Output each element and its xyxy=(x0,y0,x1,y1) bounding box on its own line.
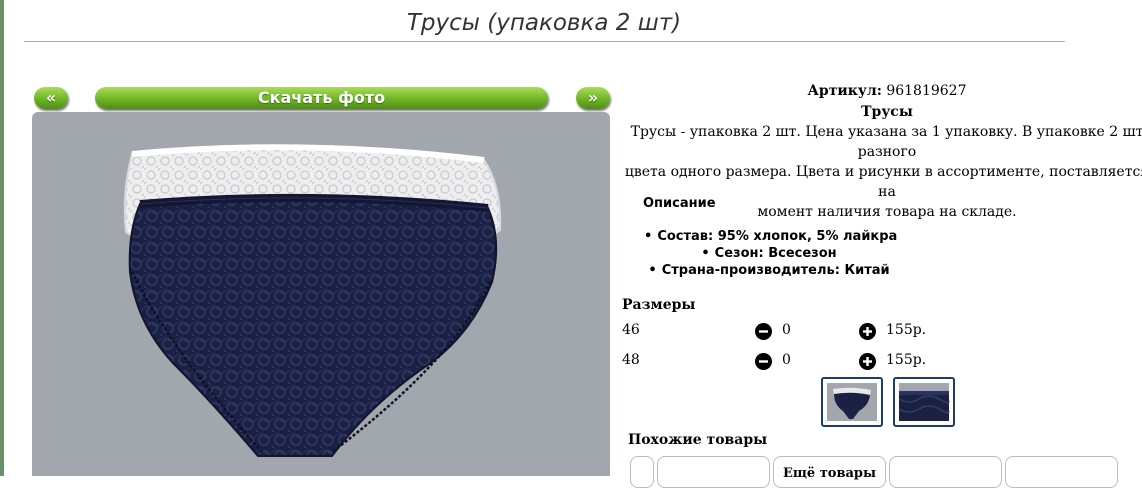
size-value: 48 xyxy=(622,352,640,368)
similar-tab[interactable]: Ещё товары xyxy=(773,456,886,488)
photo-thumbnail[interactable] xyxy=(821,377,883,427)
more-products-label: Ещё товары xyxy=(782,466,877,481)
article-value: 961819627 xyxy=(886,83,967,99)
product-name: Трусы xyxy=(861,104,913,120)
size-row: 46 0 155р. xyxy=(622,322,942,342)
similar-products-heading: Похожие товары xyxy=(628,432,768,448)
quantity-value: 0 xyxy=(782,352,791,368)
description-line: Трусы - упаковка 2 шт. Цена указана за 1… xyxy=(630,124,1142,160)
page-title: Трусы (упаковка 2 шт) xyxy=(406,10,682,36)
details-list: Состав: 95% хлопок, 5% лайкра Сезон: Все… xyxy=(644,228,897,279)
product-photo-illustration xyxy=(123,144,502,457)
product-photo[interactable] xyxy=(32,112,610,476)
plus-circle-icon[interactable] xyxy=(859,323,876,340)
details-heading: Описание xyxy=(643,196,716,211)
quantity-value: 0 xyxy=(782,322,791,338)
minus-circle-icon[interactable] xyxy=(755,353,772,370)
detail-item: Страна-производитель: Китай xyxy=(644,262,894,279)
size-row: 48 0 155р. xyxy=(622,352,942,372)
minus-circle-icon[interactable] xyxy=(755,323,772,340)
price-value: 155р. xyxy=(886,322,927,338)
prev-photo-button[interactable]: « xyxy=(34,87,68,109)
next-photo-button[interactable]: » xyxy=(576,87,610,109)
price-value: 155р. xyxy=(886,352,927,368)
detail-item: Сезон: Всесезон xyxy=(644,245,894,262)
similar-tab[interactable] xyxy=(889,456,1002,488)
size-value: 46 xyxy=(622,322,640,338)
detail-item: Состав: 95% хлопок, 5% лайкра xyxy=(644,228,897,245)
photo-thumbnail[interactable] xyxy=(893,377,955,427)
similar-tab[interactable] xyxy=(657,456,770,488)
sizes-heading: Размеры xyxy=(622,297,696,313)
download-photo-button[interactable]: Скачать фото xyxy=(95,87,548,109)
similar-tab-left-cap[interactable] xyxy=(630,456,654,488)
article-line: Артикул: 961819627 xyxy=(622,83,1142,99)
similar-tab[interactable] xyxy=(1005,456,1118,488)
page-left-edge xyxy=(0,0,4,476)
article-label: Артикул: xyxy=(807,83,882,99)
title-divider xyxy=(24,41,1065,42)
plus-circle-icon[interactable] xyxy=(859,353,876,370)
